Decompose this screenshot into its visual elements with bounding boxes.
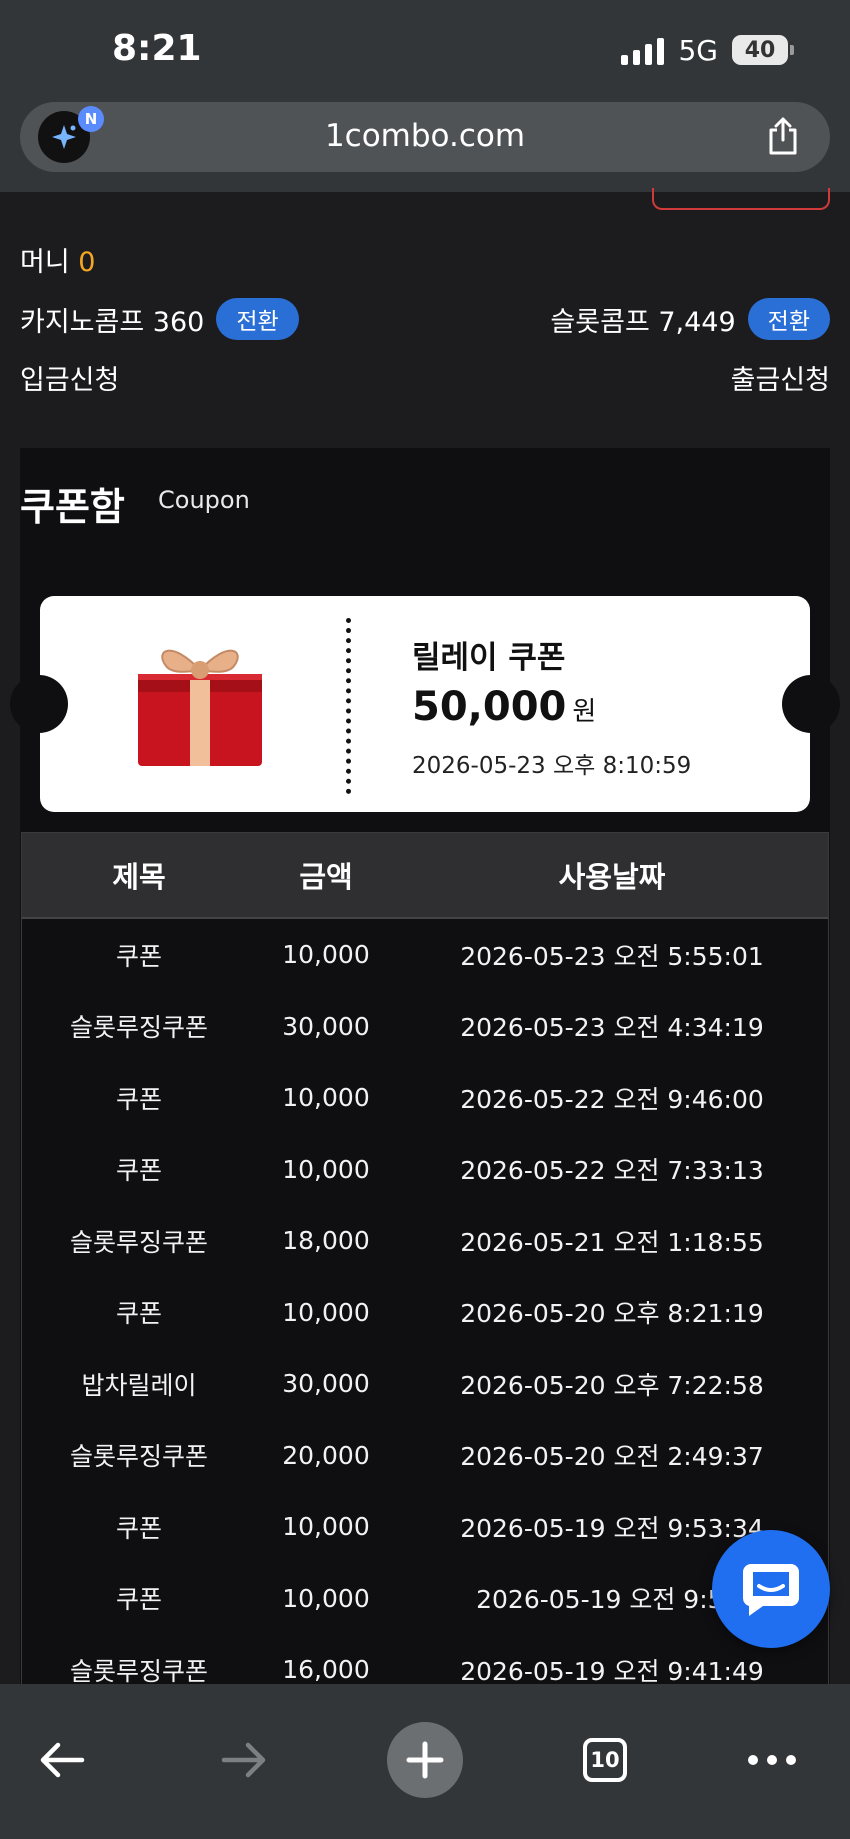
table-row: 쿠폰 10,000 2026-05-22 오전 9:46:00 bbox=[22, 1062, 828, 1134]
table-row: 쿠폰 10,000 2026-05-19 오전 9:53: bbox=[22, 1563, 828, 1635]
slot-comp: 슬롯콤프 7,449 전환 bbox=[550, 298, 830, 340]
row-date: 2026-05-21 오전 1:18:55 bbox=[460, 1227, 764, 1257]
new-tab-button[interactable] bbox=[387, 1722, 463, 1798]
address-bar[interactable]: N 1combo.com bbox=[20, 102, 830, 172]
withdraw-request-link[interactable]: 출금신청 bbox=[731, 358, 830, 397]
table-row: 쿠폰 10,000 2026-05-22 오전 7:33:13 bbox=[22, 1134, 828, 1206]
row-date: 2026-05-19 오전 9:41:49 bbox=[460, 1656, 764, 1686]
table-header: 제목 금액 사용날짜 bbox=[22, 833, 828, 919]
request-row: 입금신청 출금신청 bbox=[20, 358, 830, 397]
row-title: 슬롯루징쿠폰 bbox=[69, 1442, 208, 1472]
gift-box-icon bbox=[132, 630, 268, 776]
row-title: 슬롯루징쿠폰 bbox=[69, 1227, 208, 1257]
row-title: 쿠폰 bbox=[115, 1299, 162, 1329]
casino-comp-label: 카지노콤프 360 bbox=[20, 306, 205, 338]
browser-top-chrome: 8:21 5G 40 N 1combo.com bbox=[0, 0, 850, 192]
row-date: 2026-05-20 오후 8:21:19 bbox=[460, 1299, 764, 1329]
row-title: 슬롯루징쿠폰 bbox=[69, 1656, 208, 1686]
ticket-divider bbox=[346, 618, 351, 794]
more-menu-button[interactable] bbox=[734, 1722, 810, 1798]
table-body: 쿠폰 10,000 2026-05-23 오전 5:55:01 슬롯루징쿠폰 30,0… bbox=[22, 919, 828, 1706]
url-text[interactable]: 1combo.com bbox=[20, 118, 830, 154]
live-chat-button[interactable] bbox=[712, 1530, 830, 1648]
row-date: 2026-05-20 오전 2:49:37 bbox=[460, 1442, 764, 1472]
row-title: 쿠폰 bbox=[115, 1585, 162, 1615]
coupon-subtitle: Coupon bbox=[158, 486, 250, 514]
row-amount: 20,000 bbox=[282, 1440, 370, 1470]
table-row: 슬롯루징쿠폰 20,000 2026-05-20 오전 2:49:37 bbox=[22, 1420, 828, 1492]
casino-comp: 카지노콤프 360 전환 bbox=[20, 298, 299, 340]
featured-coupon-ticket[interactable]: 릴레이 쿠폰 50,000 원 2026-05-23 오후 8:10:59 bbox=[10, 596, 840, 812]
battery-icon: 40 bbox=[732, 35, 794, 65]
featured-coupon-unit: 원 bbox=[572, 697, 597, 727]
table-row: 쿠폰 10,000 2026-05-20 오후 8:21:19 bbox=[22, 1277, 828, 1349]
row-amount: 10,000 bbox=[282, 1583, 370, 1613]
tabs-button[interactable]: 10 bbox=[567, 1722, 643, 1798]
back-button[interactable] bbox=[24, 1722, 100, 1798]
money-value: 0 bbox=[78, 247, 96, 278]
row-title: 쿠폰 bbox=[115, 941, 162, 971]
status-indicators: 5G 40 bbox=[621, 30, 794, 70]
status-time: 8:21 bbox=[112, 28, 202, 69]
slot-comp-convert-button[interactable]: 전환 bbox=[747, 298, 830, 340]
row-amount: 10,000 bbox=[282, 1297, 370, 1327]
row-date: 2026-05-20 오후 7:22:58 bbox=[460, 1370, 764, 1400]
row-amount: 18,000 bbox=[282, 1226, 370, 1256]
row-date: 2026-05-22 오전 9:46:00 bbox=[460, 1084, 764, 1114]
table-row: 쿠폰 10,000 2026-05-19 오전 9:53:34 bbox=[22, 1491, 828, 1563]
plus-icon bbox=[406, 1741, 444, 1779]
column-header-date: 사용날짜 bbox=[558, 860, 666, 894]
row-title: 슬롯루징쿠폰 bbox=[69, 1013, 208, 1043]
header-button-edge bbox=[652, 188, 830, 210]
featured-coupon-date: 2026-05-23 오후 8:10:59 bbox=[412, 753, 692, 779]
column-header-title: 제목 bbox=[112, 860, 166, 894]
row-amount: 30,000 bbox=[282, 1011, 370, 1041]
browser-toolbar: 10 bbox=[0, 1684, 850, 1839]
chat-bubble-icon bbox=[742, 1564, 799, 1616]
table-row: 슬롯루징쿠폰 18,000 2026-05-21 오전 1:18:55 bbox=[22, 1205, 828, 1277]
row-amount: 30,000 bbox=[282, 1369, 370, 1399]
network-type: 5G bbox=[678, 33, 718, 67]
casino-comp-convert-button[interactable]: 전환 bbox=[216, 298, 299, 340]
featured-coupon-name: 릴레이 쿠폰 bbox=[412, 640, 566, 676]
table-row: 쿠폰 10,000 2026-05-23 오전 5:55:01 bbox=[22, 919, 828, 991]
row-title: 쿠폰 bbox=[115, 1084, 162, 1114]
money-row: 머니 0 bbox=[20, 240, 95, 279]
table-row: 밥차릴레이 30,000 2026-05-20 오후 7:22:58 bbox=[22, 1348, 828, 1420]
signal-icon bbox=[621, 35, 665, 65]
row-amount: 10,000 bbox=[282, 1083, 370, 1113]
row-title: 밥차릴레이 bbox=[81, 1370, 197, 1400]
row-date: 2026-05-23 오전 4:34:19 bbox=[460, 1013, 764, 1043]
row-date: 2026-05-22 오전 7:33:13 bbox=[460, 1156, 764, 1186]
row-title: 쿠폰 bbox=[115, 1513, 162, 1543]
forward-button[interactable] bbox=[206, 1722, 282, 1798]
money-label: 머니 bbox=[20, 247, 70, 278]
coupon-panel: 쿠폰함 Coupon 릴레이 쿠폰 50,000 원 2026-05-23 오후 … bbox=[10, 448, 840, 1839]
row-amount: 10,000 bbox=[282, 1512, 370, 1542]
featured-coupon-amount-value: 50,000 bbox=[412, 684, 567, 730]
ticket-notch-left bbox=[10, 675, 68, 733]
share-icon[interactable] bbox=[764, 116, 802, 160]
column-header-amount: 금액 bbox=[299, 860, 353, 894]
featured-coupon-amount: 50,000 원 bbox=[412, 684, 596, 730]
slot-comp-label: 슬롯콤프 7,449 bbox=[550, 306, 736, 338]
row-date: 2026-05-23 오전 5:55:01 bbox=[460, 941, 764, 971]
row-amount: 10,000 bbox=[282, 940, 370, 970]
more-dots-icon bbox=[748, 1755, 796, 1765]
arrow-right-icon bbox=[221, 1742, 266, 1778]
row-amount: 16,000 bbox=[282, 1655, 370, 1685]
row-amount: 10,000 bbox=[282, 1154, 370, 1184]
coupon-title: 쿠폰함 bbox=[20, 485, 125, 529]
tab-count: 10 bbox=[583, 1738, 627, 1782]
arrow-left-icon bbox=[40, 1742, 85, 1778]
coupon-history-table: 제목 금액 사용날짜 쿠폰 10,000 2026-05-23 오전 5:55:01… bbox=[21, 832, 829, 1707]
deposit-request-link[interactable]: 입금신청 bbox=[20, 358, 119, 397]
ticket-notch-right bbox=[782, 675, 840, 733]
table-row: 슬롯루징쿠폰 30,000 2026-05-23 오전 4:34:19 bbox=[22, 991, 828, 1063]
comp-row: 카지노콤프 360 전환 슬롯콤프 7,449 전환 bbox=[20, 298, 830, 340]
row-title: 쿠폰 bbox=[115, 1156, 162, 1186]
